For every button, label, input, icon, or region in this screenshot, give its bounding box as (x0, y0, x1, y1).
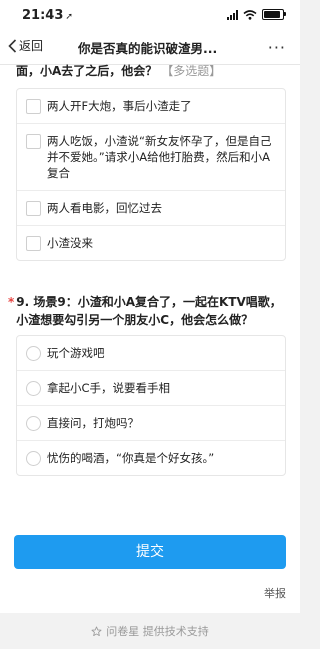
checkbox[interactable] (26, 236, 41, 251)
radio-button[interactable] (26, 451, 41, 466)
more-menu-button[interactable]: ··· (268, 38, 286, 57)
radio-option[interactable]: 玩个游戏吧 (17, 336, 285, 371)
radio-button[interactable] (26, 346, 41, 361)
back-button[interactable]: 返回 (8, 37, 43, 54)
option-label: 玩个游戏吧 (47, 346, 105, 360)
question-prev-options: 两人开F大炮，事后小渣走了 两人吃饭，小渣说“新女友怀孕了，但是自己并不爱她。”… (16, 88, 286, 261)
question-9-options: 玩个游戏吧 拿起小C手，说要看手相 直接问，打炮吗？ 忧伤的喝酒，“你真是个好女… (16, 335, 286, 476)
option-label: 两人开F大炮，事后小渣走了 (47, 99, 192, 113)
back-label: 返回 (19, 39, 44, 53)
cellular-signal-icon (227, 9, 238, 20)
chevron-left-icon (8, 38, 17, 53)
checkbox[interactable] (26, 134, 41, 149)
option-label: 拿起小C手，说要看手相 (47, 381, 171, 395)
question-prev-title: 面，小A去了之后，他会？ 【多选题】 (16, 62, 288, 80)
option-label: 直接问，打炮吗？ (47, 416, 139, 430)
nav-bar: 返回 你是否真的能识破渣男... ··· (0, 30, 300, 65)
question-9-text: 9. 场景9：小渣和小A复合了，一起在KTV唱歌，小渣想要勾引另一个朋友小C，他… (16, 295, 282, 327)
radio-option[interactable]: 拿起小C手，说要看手相 (17, 371, 285, 406)
footer-text: 问卷星 提供技术支持 (106, 625, 209, 638)
survey-content: 面，小A去了之后，他会？ 【多选题】 两人开F大炮，事后小渣走了 两人吃饭，小渣说… (0, 62, 300, 613)
required-mark: * (8, 295, 15, 309)
checkbox-option[interactable]: 两人开F大炮，事后小渣走了 (17, 89, 285, 124)
option-label: 两人看电影，回忆过去 (47, 201, 162, 215)
checkbox[interactable] (26, 99, 41, 114)
battery-level (264, 11, 281, 18)
clock-time: 21:43 (22, 8, 64, 23)
radio-button[interactable] (26, 381, 41, 396)
location-arrow-icon: ➚ (65, 12, 73, 22)
option-label: 两人吃饭，小渣说“新女友怀孕了，但是自己并不爱她。”请求小A给他打胎费，然后和小… (47, 134, 272, 180)
status-bar: 21:43 ➚ (0, 0, 300, 30)
report-link[interactable]: 举报 (264, 585, 286, 601)
question-9-title: * 9. 场景9：小渣和小A复合了，一起在KTV唱歌，小渣想要勾引另一个朋友小C… (8, 293, 288, 329)
status-icons (227, 9, 286, 20)
status-time: 21:43 ➚ (22, 8, 73, 23)
radio-button[interactable] (26, 416, 41, 431)
radio-option[interactable]: 忧伤的喝酒，“你真是个好女孩。” (17, 441, 285, 475)
question-type-hint: 【多选题】 (161, 64, 222, 78)
option-label: 小渣没来 (47, 236, 93, 250)
star-icon (91, 626, 102, 636)
page-title: 你是否真的能识破渣男... (78, 41, 218, 56)
wifi-icon (243, 9, 257, 20)
checkbox-option[interactable]: 两人看电影，回忆过去 (17, 191, 285, 226)
option-label: 忧伤的喝酒，“你真是个好女孩。” (47, 451, 215, 465)
footer: 问卷星 提供技术支持 (0, 613, 300, 649)
checkbox[interactable] (26, 201, 41, 216)
battery-icon (262, 9, 286, 20)
checkbox-option[interactable]: 小渣没来 (17, 226, 285, 260)
question-prev-text: 面，小A去了之后，他会？ (16, 64, 158, 78)
submit-button[interactable]: 提交 (14, 535, 286, 569)
checkbox-option[interactable]: 两人吃饭，小渣说“新女友怀孕了，但是自己并不爱她。”请求小A给他打胎费，然后和小… (17, 124, 285, 191)
radio-option[interactable]: 直接问，打炮吗？ (17, 406, 285, 441)
